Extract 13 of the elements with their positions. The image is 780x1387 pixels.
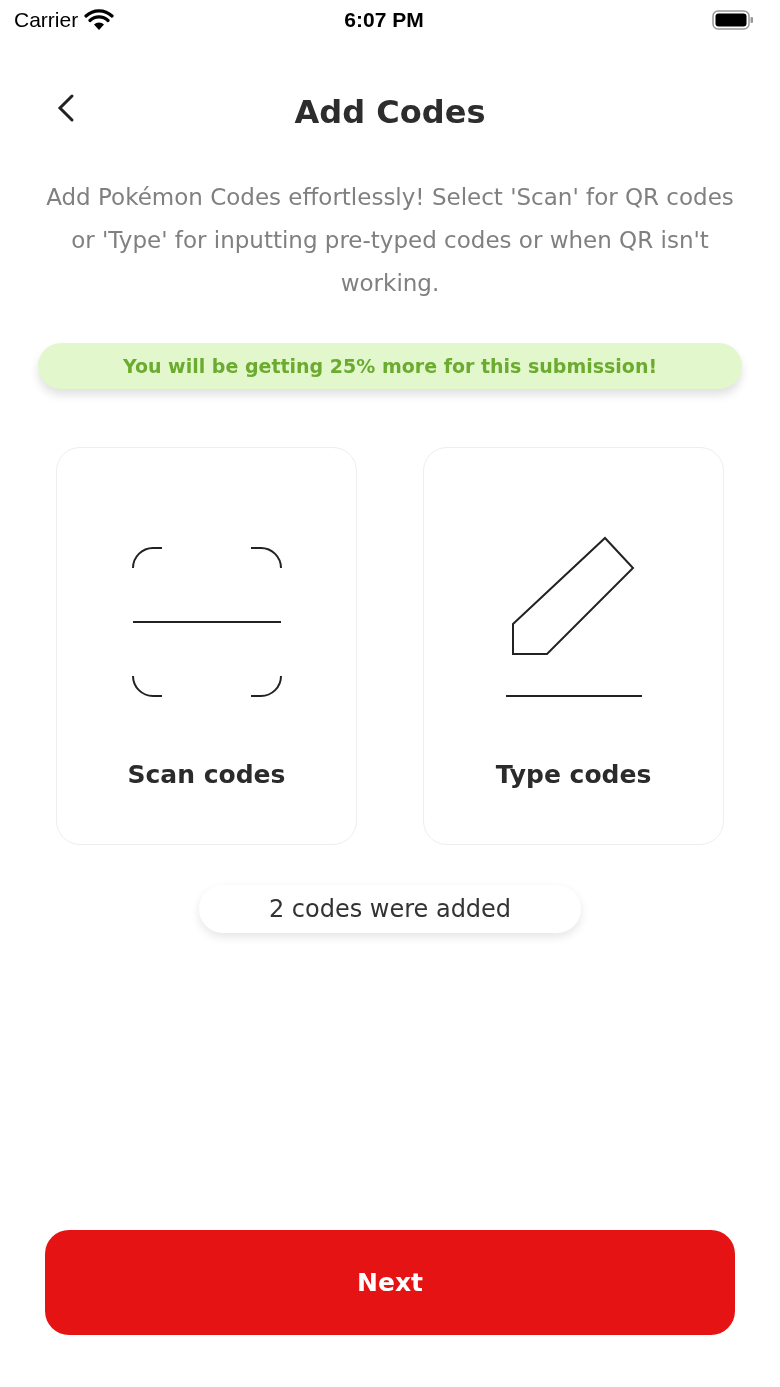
description-text: Add Pokémon Codes effortlessly! Select 'Scan' for QR codes or 'Type' for inputting pre-typed codes or when QR isn't working.	[45, 183, 735, 298]
option-card[interactable]: Type codes	[423, 447, 724, 845]
option-card[interactable]: Scan codes	[56, 447, 357, 845]
carrier-name: Carrier	[14, 8, 79, 32]
status-time: 6:07 PM	[344, 8, 424, 32]
added-count-badge: 2 codes were added	[198, 885, 582, 933]
next-button[interactable]: Next	[45, 1230, 735, 1335]
bonus-banner: You will be getting 25% more for this submission!	[38, 343, 742, 389]
wifi-icon	[84, 9, 115, 31]
battery-icon	[712, 10, 754, 30]
pencil-icon	[504, 536, 643, 698]
screen-title: Add Codes	[294, 93, 486, 131]
scan-icon	[131, 546, 282, 698]
